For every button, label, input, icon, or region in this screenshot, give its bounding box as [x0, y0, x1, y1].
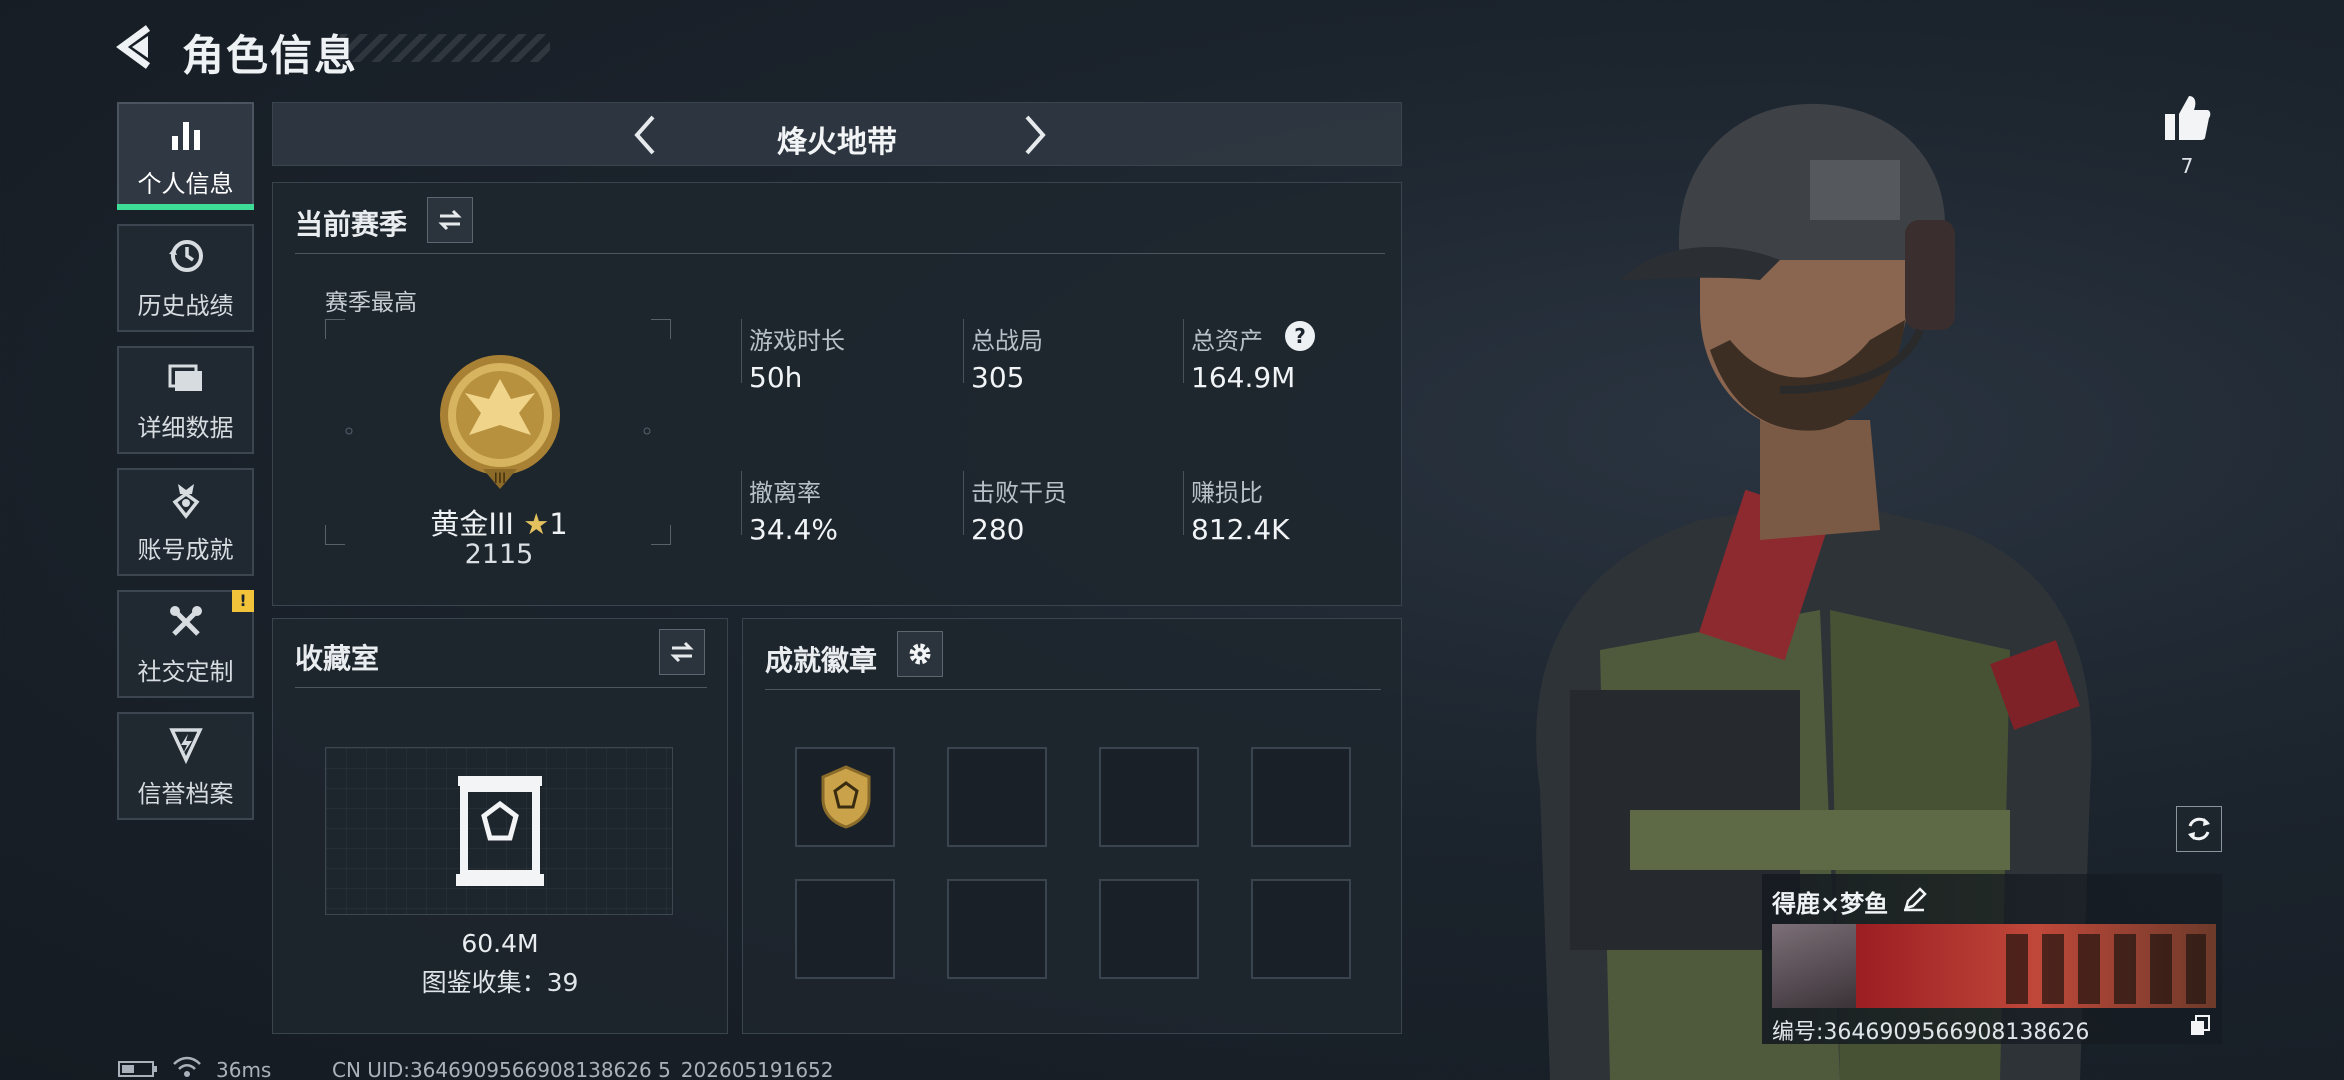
stat-label-operators-defeated: 击败干员 [971, 479, 1067, 507]
badge-slot[interactable] [1251, 879, 1351, 979]
title-decoration [340, 34, 550, 62]
badge-slot[interactable] [795, 879, 895, 979]
sidebar-item-personal-info[interactable]: 个人信息 [117, 102, 254, 210]
catalog-count: 图鉴收集：39 [421, 968, 579, 997]
achievements-panel: 成就徽章 [742, 618, 1402, 1034]
character-name: 得鹿×梦鱼 [1772, 890, 1889, 918]
svg-text:III: III [494, 471, 506, 487]
back-button[interactable] [112, 22, 162, 72]
help-icon[interactable]: ? [1285, 321, 1315, 351]
stat-value-total-assets: 164.9M [1191, 361, 1296, 394]
badge-slot[interactable] [1099, 747, 1199, 847]
collection-preview [325, 747, 673, 915]
notification-badge: ! [232, 590, 254, 612]
stat-label-playtime: 游戏时长 [749, 327, 845, 355]
shield-badge-icon [821, 765, 871, 829]
edit-pencil-icon[interactable] [1902, 886, 1928, 912]
character-card[interactable]: 得鹿×梦鱼 编号:3646909566908138626 [1762, 874, 2222, 1045]
season-swap-button[interactable] [427, 197, 473, 243]
copy-icon[interactable] [2188, 1014, 2212, 1038]
rank-stars: 1 [549, 507, 568, 541]
sidebar-item-label: 个人信息 [137, 169, 234, 198]
sidebar-item-label: 信誉档案 [137, 779, 234, 808]
sidebar-item-match-history[interactable]: 历史战绩 [117, 224, 254, 332]
mode-label: 烽火地带 [777, 125, 897, 160]
star-icon: ★ [523, 507, 550, 541]
sidebar-item-detailed-data[interactable]: 详细数据 [117, 346, 254, 454]
stat-value-playtime: 50h [749, 361, 803, 394]
like-count: 7 [2180, 154, 2194, 178]
sidebar-item-achievements[interactable]: 账号成就 [117, 468, 254, 576]
thumbs-up-icon [2165, 96, 2211, 140]
rank-name: 黄金III [430, 507, 514, 541]
sidebar-item-label: 历史战绩 [137, 291, 234, 320]
badge-slot[interactable] [795, 747, 895, 847]
medal-icon [172, 483, 199, 519]
page-title: 角色信息 [182, 31, 359, 80]
rank-name-row: 黄金III ★1 [369, 501, 629, 543]
rotate-icon [2188, 817, 2210, 841]
battery-icon [118, 1061, 157, 1077]
like-button[interactable]: 7 [2152, 92, 2222, 178]
wifi-icon [173, 1056, 201, 1077]
swap-arrows-icon [438, 209, 462, 231]
stat-value-operators-defeated: 280 [971, 513, 1025, 546]
badge-slot[interactable] [947, 879, 1047, 979]
shield-bolt-icon [168, 727, 203, 764]
sidebar-item-social-custom[interactable]: 社交定制 ! [117, 590, 254, 698]
sidebar-item-credit-record[interactable]: 信誉档案 [117, 712, 254, 820]
folder-stack-icon [168, 364, 202, 391]
sidebar-item-label: 社交定制 [137, 657, 234, 686]
stat-value-extract-rate: 34.4% [749, 513, 838, 546]
stat-label-profit-ratio: 赚损比 [1191, 479, 1263, 507]
collection-value: 60.4M [461, 929, 539, 958]
rank-score: 2115 [464, 539, 534, 570]
stat-value-total-matches: 305 [971, 361, 1025, 394]
display-case-icon [456, 776, 544, 886]
achievements-title: 成就徽章 [765, 644, 878, 677]
season-best-label: 赛季最高 [325, 290, 417, 316]
swap-arrows-icon [670, 641, 694, 663]
bar-chart-icon [171, 121, 200, 150]
stat-label-total-assets: 总资产 [1191, 327, 1263, 355]
mode-next-button[interactable] [1009, 111, 1057, 159]
rotate-button[interactable] [2176, 806, 2222, 852]
collection-title: 收藏室 [295, 642, 380, 675]
history-clock-icon [168, 239, 203, 272]
avatar [1772, 924, 1856, 1008]
banner-image [1856, 924, 2216, 1008]
tools-icon [169, 605, 202, 636]
gear-icon [909, 643, 931, 665]
mode-switcher: 烽火地带 [272, 102, 1402, 166]
badge-slot[interactable] [1099, 879, 1199, 979]
chevron-right-icon [1025, 115, 1046, 155]
gold-rank-medal-icon: III [440, 355, 560, 489]
stat-value-profit-ratio: 812.4K [1191, 513, 1290, 546]
collection-panel[interactable]: 收藏室 60.4M 图鉴收集：39 [272, 618, 728, 1034]
badge-slot[interactable] [947, 747, 1047, 847]
sidebar-item-label: 详细数据 [137, 413, 234, 442]
achievements-settings-button[interactable] [897, 631, 943, 677]
collection-swap-button[interactable] [659, 629, 705, 675]
season-title: 当前赛季 [295, 208, 408, 241]
stat-label-extract-rate: 撤离率 [749, 479, 821, 507]
back-arrow-icon [116, 25, 151, 69]
badge-slot[interactable] [1251, 747, 1351, 847]
sidebar-item-label: 账号成就 [137, 535, 234, 564]
character-code: 编号:3646909566908138626 [1772, 1020, 2090, 1045]
uid-text: CN UID:3646909566908138626 5_20260519165… [332, 1058, 834, 1080]
season-panel: 当前赛季 赛季最高 III 黄金III ★1 2115 游戏时长 50h 总战局… [272, 182, 1402, 606]
ping-value: 36ms [216, 1058, 272, 1080]
stat-label-total-matches: 总战局 [971, 327, 1043, 355]
